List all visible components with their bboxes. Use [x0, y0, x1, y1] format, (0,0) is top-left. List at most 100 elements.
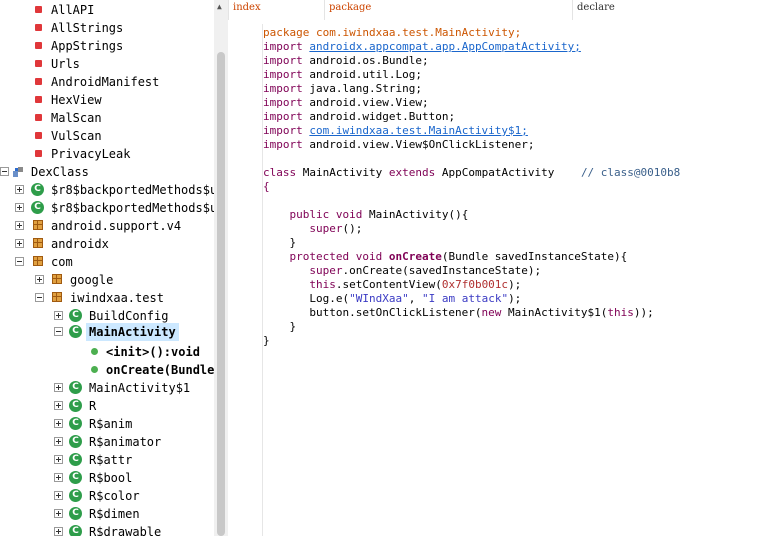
class-icon: C	[69, 525, 82, 536]
class-icon: C	[69, 453, 82, 466]
expand-icon[interactable]	[35, 275, 44, 284]
tree-item-label: AppStrings	[51, 39, 124, 53]
tree-item-label: android.support.v4	[51, 219, 182, 233]
class-icon: C	[31, 183, 44, 196]
collapse-icon[interactable]	[0, 167, 9, 176]
tree-item-r[interactable]: C R	[0, 397, 214, 415]
package-icon	[52, 292, 62, 302]
method-icon	[91, 348, 98, 355]
tree-item-label: R$anim	[89, 417, 133, 431]
tree-item-backported-1[interactable]: C $r8$backportedMethods$u	[0, 181, 214, 199]
expand-icon[interactable]	[54, 527, 63, 536]
header-declare[interactable]: declare	[572, 0, 773, 20]
class-icon: C	[69, 325, 82, 338]
tree-item-r-dimen[interactable]: C R$dimen	[0, 505, 214, 523]
package-icon	[33, 238, 43, 248]
scroll-up-icon[interactable]: ▲	[217, 3, 222, 11]
code-line: class MainActivity extends AppCompatActi…	[263, 166, 681, 179]
tree-item-mainactivity[interactable]: C MainActivity	[0, 323, 214, 341]
package-icon	[52, 274, 62, 284]
tree-item-android-support[interactable]: android.support.v4	[0, 217, 214, 235]
code-line: {	[263, 180, 270, 193]
column-header: index package declare	[228, 0, 773, 21]
tree-item-dexclass[interactable]: DexClass	[0, 163, 214, 181]
tree-item-label: com	[51, 255, 73, 269]
tree-item-init[interactable]: <init>():void	[0, 343, 214, 361]
tree-item-r-bool[interactable]: C R$bool	[0, 469, 214, 487]
tree-item-oncreate[interactable]: onCreate(Bundle	[0, 361, 214, 379]
expand-icon[interactable]	[54, 491, 63, 500]
tree-item-iwindxaa[interactable]: iwindxaa.test	[0, 289, 214, 307]
tree-item-allstrings[interactable]: AllStrings	[0, 19, 214, 37]
tree-item-backported-2[interactable]: C $r8$backportedMethods$u	[0, 199, 214, 217]
tree-item-label: R$dimen	[89, 507, 140, 521]
method-icon	[91, 366, 98, 373]
tree-item-label: MainActivity$1	[89, 381, 191, 395]
expand-icon[interactable]	[54, 383, 63, 392]
class-icon: C	[69, 507, 82, 520]
tree-item-r-drawable[interactable]: C R$drawable	[0, 523, 214, 536]
tree-item-urls[interactable]: Urls	[0, 55, 214, 73]
tree-item-label: iwindxaa.test	[70, 291, 164, 305]
expand-icon[interactable]	[54, 437, 63, 446]
tree-scrollbar[interactable]: ▲	[214, 0, 228, 536]
code-line: }	[289, 236, 297, 249]
import-link[interactable]: androidx.appcompat.app.AppCompatActivity…	[309, 40, 581, 53]
tree-item-label: androidx	[51, 237, 109, 251]
tree-item-com[interactable]: com	[0, 253, 214, 271]
code-line: import java.lang.String;	[263, 82, 422, 95]
expand-icon[interactable]	[54, 401, 63, 410]
expand-icon[interactable]	[54, 455, 63, 464]
code-line: Log.e("WIndXaa", "I am attack");	[309, 292, 522, 305]
tree-item-google[interactable]: google	[0, 271, 214, 289]
scrollbar-thumb[interactable]	[217, 52, 225, 536]
code-line: import androidx.appcompat.app.AppCompatA…	[263, 40, 581, 53]
expand-icon[interactable]	[54, 419, 63, 428]
tree-item-hexview[interactable]: HexView	[0, 91, 214, 109]
class-icon: C	[31, 201, 44, 214]
tree-item-vulscan[interactable]: VulScan	[0, 127, 214, 145]
header-package[interactable]: package	[324, 0, 573, 20]
expand-icon[interactable]	[54, 509, 63, 518]
expand-icon[interactable]	[15, 239, 24, 248]
tree-item-r-attr[interactable]: C R$attr	[0, 451, 214, 469]
tree-item-privacyleak[interactable]: PrivacyLeak	[0, 145, 214, 163]
tree-item-r-color[interactable]: C R$color	[0, 487, 214, 505]
expand-icon[interactable]	[15, 203, 24, 212]
tree-item-label: VulScan	[51, 129, 102, 143]
import-link[interactable]: com.iwindxaa.test.MainActivity$1;	[309, 124, 528, 137]
expand-icon[interactable]	[15, 221, 24, 230]
package-icon	[33, 256, 43, 266]
code-view[interactable]: package com.iwindxaa.test.MainActivity; …	[228, 20, 773, 536]
code-line: }	[263, 334, 270, 347]
expand-icon[interactable]	[54, 473, 63, 482]
package-icon	[33, 220, 43, 230]
tree-item-androidx[interactable]: androidx	[0, 235, 214, 253]
code-line: button.setOnClickListener(new MainActivi…	[309, 306, 654, 319]
tree-item-r-animator[interactable]: C R$animator	[0, 433, 214, 451]
expand-icon[interactable]	[15, 185, 24, 194]
tree-item-label: <init>():void	[106, 345, 200, 359]
tree-item-label: HexView	[51, 93, 102, 107]
header-index[interactable]: index	[228, 0, 325, 20]
tree-item-appstrings[interactable]: AppStrings	[0, 37, 214, 55]
collapse-icon[interactable]	[15, 257, 24, 266]
code-line: import android.os.Bundle;	[263, 54, 429, 67]
expand-icon[interactable]	[54, 311, 63, 320]
tree-item-androidmanifest[interactable]: AndroidManifest	[0, 73, 214, 91]
collapse-icon[interactable]	[54, 327, 63, 336]
collapse-icon[interactable]	[35, 293, 44, 302]
tree-item-mainactivity1[interactable]: C MainActivity$1	[0, 379, 214, 397]
tree-item-r-anim[interactable]: C R$anim	[0, 415, 214, 433]
class-icon: C	[69, 381, 82, 394]
tree-item-label: AllStrings	[51, 21, 124, 35]
class-icon: C	[69, 489, 82, 502]
class-icon: C	[69, 471, 82, 484]
code-line: import android.util.Log;	[263, 68, 422, 81]
class-icon: C	[69, 309, 82, 322]
tree-item-label: PrivacyLeak	[51, 147, 131, 161]
tree-item-malscan[interactable]: MalScan	[0, 109, 214, 127]
code-line: }	[289, 320, 297, 333]
tree-item-allapi[interactable]: AllAPI	[0, 1, 214, 19]
tree-item-label: MainActivity	[86, 323, 179, 341]
